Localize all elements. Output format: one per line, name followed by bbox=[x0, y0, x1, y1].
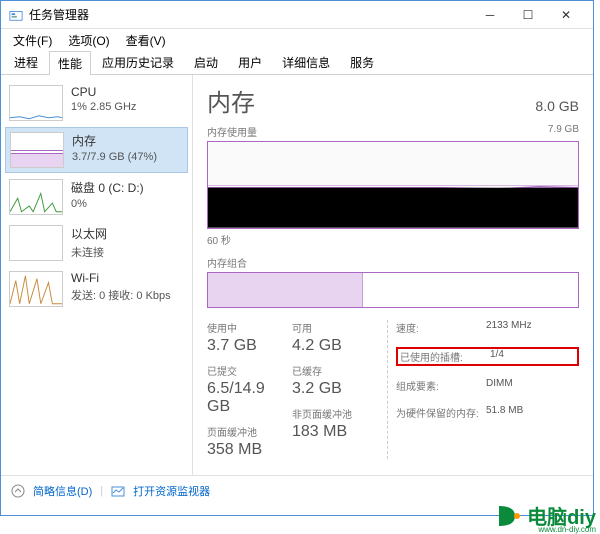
nonpaged-label: 非页面缓冲池 bbox=[292, 406, 387, 421]
menu-file[interactable]: 文件(F) bbox=[7, 30, 58, 51]
cached-label: 已缓存 bbox=[292, 363, 387, 378]
avail-label: 可用 bbox=[292, 320, 387, 335]
watermark-logo-icon bbox=[495, 502, 523, 530]
memory-thumb bbox=[10, 132, 64, 168]
open-resmon-link[interactable]: 打开资源监视器 bbox=[133, 483, 210, 499]
sidebar-item-disk[interactable]: 磁盘 0 (C: D:) 0% bbox=[5, 175, 188, 219]
sidebar-item-label: CPU bbox=[71, 85, 184, 99]
minimize-button[interactable]: ─ bbox=[471, 2, 509, 28]
x-axis-label: 60 秒 bbox=[207, 232, 579, 247]
menu-view[interactable]: 查看(V) bbox=[120, 30, 172, 51]
tab-performance[interactable]: 性能 bbox=[49, 51, 91, 75]
composition-label: 内存组合 bbox=[207, 255, 247, 270]
memory-usage-chart bbox=[207, 141, 579, 229]
sidebar-item-label: 以太网 bbox=[71, 225, 184, 242]
tabbar: 进程 性能 应用历史记录 启动 用户 详细信息 服务 bbox=[1, 51, 593, 75]
sidebar: CPU 1% 2.85 GHz 内存 3.7/7.9 GB (47%) 磁盘 0 (… bbox=[1, 75, 193, 475]
sidebar-item-label: 内存 bbox=[72, 132, 183, 149]
speed-label: 速度: bbox=[396, 320, 486, 335]
nonpaged-value: 183 MB bbox=[292, 423, 387, 441]
main-panel: 内存 8.0 GB 内存使用量 7.9 GB 60 秒 内存组合 使用中 3.7 G… bbox=[193, 75, 593, 475]
slots-label: 已使用的插槽: bbox=[400, 349, 490, 364]
watermark-url: www.dn-diy.com bbox=[538, 525, 596, 534]
memory-composition-chart bbox=[207, 272, 579, 308]
separator: | bbox=[100, 485, 103, 497]
menu-options[interactable]: 选项(O) bbox=[62, 30, 115, 51]
avail-value: 4.2 GB bbox=[292, 337, 387, 355]
paged-value: 358 MB bbox=[207, 441, 292, 459]
sidebar-item-label: 磁盘 0 (C: D:) bbox=[71, 179, 184, 196]
titlebar: 任务管理器 ─ ☐ ✕ bbox=[1, 1, 593, 29]
inuse-value: 3.7 GB bbox=[207, 337, 292, 355]
wifi-thumb bbox=[9, 271, 63, 307]
reserved-label: 为硬件保留的内存: bbox=[396, 405, 486, 420]
sidebar-item-wifi[interactable]: Wi-Fi 发送: 0 接收: 0 Kbps bbox=[5, 267, 188, 311]
close-button[interactable]: ✕ bbox=[547, 2, 585, 28]
total-memory: 8.0 GB bbox=[535, 98, 579, 114]
page-title: 内存 bbox=[207, 83, 255, 118]
sidebar-item-sub: 发送: 0 接收: 0 Kbps bbox=[71, 287, 184, 303]
cpu-thumb bbox=[9, 85, 63, 121]
window-title: 任务管理器 bbox=[29, 6, 471, 23]
resmon-icon bbox=[111, 484, 125, 498]
sidebar-item-memory[interactable]: 内存 3.7/7.9 GB (47%) bbox=[5, 127, 188, 173]
cached-value: 3.2 GB bbox=[292, 380, 387, 398]
sidebar-item-label: Wi-Fi bbox=[71, 271, 184, 285]
sidebar-item-ethernet[interactable]: 以太网未连接 bbox=[5, 221, 188, 265]
speed-value: 2133 MHz bbox=[486, 320, 532, 335]
ethernet-thumb bbox=[9, 225, 63, 261]
window-controls: ─ ☐ ✕ bbox=[471, 2, 585, 28]
app-icon bbox=[9, 8, 23, 22]
committed-value: 6.5/14.9 GB bbox=[207, 380, 292, 416]
sidebar-item-cpu[interactable]: CPU 1% 2.85 GHz bbox=[5, 81, 188, 125]
slots-row-highlighted: 已使用的插槽:1/4 bbox=[396, 347, 579, 366]
tab-services[interactable]: 服务 bbox=[341, 50, 383, 74]
task-manager-window: 任务管理器 ─ ☐ ✕ 文件(F) 选项(O) 查看(V) 进程 性能 应用历史… bbox=[0, 0, 594, 516]
form-label: 组成要素: bbox=[396, 378, 486, 393]
fewer-details-link[interactable]: 简略信息(D) bbox=[33, 483, 92, 499]
slots-value: 1/4 bbox=[490, 349, 504, 364]
reserved-value: 51.8 MB bbox=[486, 405, 523, 420]
tab-users[interactable]: 用户 bbox=[229, 50, 271, 74]
disk-thumb bbox=[9, 179, 63, 215]
committed-label: 已提交 bbox=[207, 363, 292, 378]
form-value: DIMM bbox=[486, 378, 513, 393]
sidebar-item-sub: 3.7/7.9 GB (47%) bbox=[72, 151, 183, 163]
tab-details[interactable]: 详细信息 bbox=[273, 50, 339, 74]
sidebar-item-sub: 未连接 bbox=[71, 244, 184, 260]
inuse-label: 使用中 bbox=[207, 320, 292, 335]
usage-chart-max: 7.9 GB bbox=[548, 124, 579, 139]
maximize-button[interactable]: ☐ bbox=[509, 2, 547, 28]
tab-app-history[interactable]: 应用历史记录 bbox=[93, 50, 183, 74]
sidebar-item-sub: 1% 2.85 GHz bbox=[71, 101, 184, 113]
usage-chart-label: 内存使用量 bbox=[207, 124, 257, 139]
chevron-up-icon bbox=[11, 484, 25, 498]
menubar: 文件(F) 选项(O) 查看(V) bbox=[1, 29, 593, 51]
tab-startup[interactable]: 启动 bbox=[185, 50, 227, 74]
tab-processes[interactable]: 进程 bbox=[5, 50, 47, 74]
sidebar-item-sub: 0% bbox=[71, 198, 184, 210]
paged-label: 页面缓冲池 bbox=[207, 424, 292, 439]
